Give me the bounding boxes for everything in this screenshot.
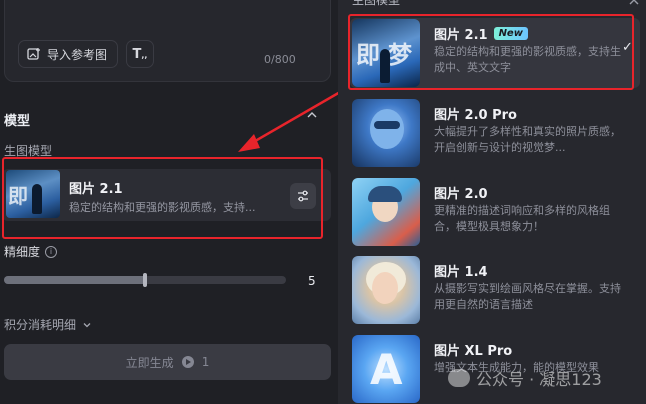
model-thumbnail [352, 99, 420, 167]
watermark: 公众号 · 凝思123 [448, 366, 602, 390]
precision-label-text: 精细度 [4, 245, 41, 259]
highlight-box-option [348, 14, 634, 90]
points-detail-label: 积分消耗明细 [4, 318, 77, 332]
points-detail-toggle[interactable]: 积分消耗明细 [4, 316, 92, 333]
dropdown-header: 生图模型 [352, 0, 401, 7]
import-reference-button[interactable]: 导入参考图 [18, 40, 118, 68]
precision-slider[interactable] [4, 273, 286, 287]
model-dropdown-panel: 生图模型 即 梦 图片 2.1 New 稳定的结构和更强的影视质感，支持生成中、… [338, 0, 646, 404]
model-thumbnail [352, 178, 420, 246]
highlight-box-selected [2, 157, 323, 239]
slider-handle[interactable] [143, 273, 147, 287]
model-thumbnail [352, 256, 420, 324]
chevron-down-icon [83, 322, 91, 327]
model-section-title: 模型 [4, 114, 31, 129]
model-option-description: 大幅提升了多样性和真实的照片质感，开启创新与设计的视觉梦... [434, 125, 621, 154]
precision-label: 精细度 i [4, 243, 58, 260]
model-thumbnail: A [352, 335, 420, 403]
generate-button[interactable]: 立即生成 1 [4, 344, 331, 380]
chevron-up-icon[interactable] [628, 0, 640, 6]
image-add-icon [27, 48, 40, 60]
generate-label: 立即生成 [125, 355, 174, 370]
model-option-image-1-4[interactable]: 图片 1.4 从摄影写实到绘画风格尽在掌握。支持用更自然的语言描述 [350, 255, 640, 325]
model-option-name: 图片 2.0 [434, 187, 488, 202]
slider-fill [4, 276, 145, 284]
char-counter: 0/800 [264, 53, 296, 66]
precision-value: 5 [308, 274, 316, 288]
text-format-icon: T,, [132, 46, 148, 62]
model-option-image-2-0-pro[interactable]: 图片 2.0 Pro 大幅提升了多样性和真实的照片质感，开启创新与设计的视觉梦.… [350, 98, 640, 168]
model-option-image-2-0[interactable]: 图片 2.0 更精准的描述词响应和多样的风格组合，模型极具想象力！ [350, 177, 640, 247]
points-coin-icon [181, 356, 194, 368]
left-panel: 导入参考图 T,, 0/800 模型 生图模型 即 图片 2.1 稳定的结构和更… [0, 0, 338, 404]
model-option-description: 更精准的描述词响应和多样的风格组合，模型极具想象力！ [434, 204, 610, 233]
text-format-button[interactable]: T,, [126, 40, 154, 68]
model-option-name: 图片 1.4 [434, 265, 488, 280]
watermark-text: 公众号 · 凝思123 [476, 370, 602, 389]
wechat-icon [448, 369, 470, 387]
import-reference-label: 导入参考图 [47, 47, 108, 62]
info-icon[interactable]: i [45, 245, 58, 258]
generate-cost: 1 [201, 355, 210, 369]
model-option-name: 图片 2.0 Pro [434, 108, 517, 123]
model-option-name: 图片 XL Pro [434, 344, 513, 359]
model-option-description: 从摄影写实到绘画风格尽在掌握。支持用更自然的语言描述 [434, 282, 621, 311]
